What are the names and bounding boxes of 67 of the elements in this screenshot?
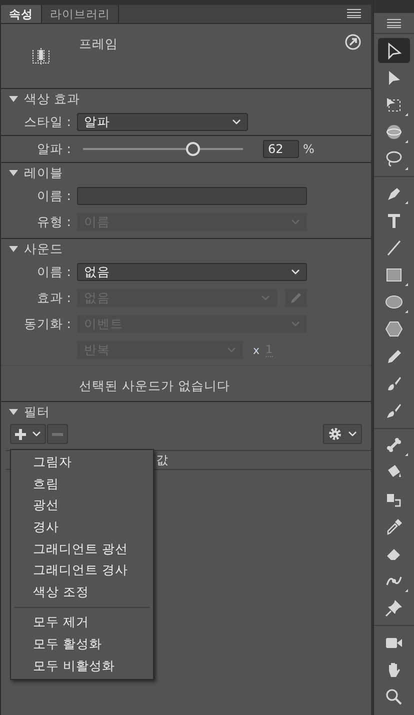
style-dropdown[interactable]: 알파 (77, 113, 248, 131)
zoom-icon (384, 686, 404, 707)
chevron-down-icon (348, 431, 358, 437)
column-header: 값 (156, 452, 168, 468)
menu-item[interactable]: 색상 조정 (11, 582, 153, 604)
alpha-input[interactable]: 62 (263, 140, 299, 158)
frame-label: 프레임 (79, 36, 118, 53)
times-label: x (253, 344, 260, 356)
sound-dropdown[interactable]: 없음 (77, 263, 307, 281)
section-title: 레이블 (24, 164, 63, 182)
menu-item[interactable]: 그래디언트 광선 (11, 538, 153, 560)
menu-icon[interactable] (387, 18, 402, 28)
panel-tab[interactable]: 라이브러리 (42, 5, 119, 23)
field-label: 이름 : (36, 264, 72, 280)
menu-item[interactable]: 모두 비활성화 (11, 655, 153, 677)
corner-triangle-icon (405, 282, 408, 286)
menu-icon[interactable] (347, 9, 362, 18)
arrow-circle-icon[interactable] (345, 34, 362, 50)
section-title: 사운드 (24, 240, 63, 258)
gear-icon (328, 427, 342, 441)
field-label: 동기화 : (22, 316, 72, 332)
field-label: 이름 : (36, 188, 72, 204)
chevron-down-icon (291, 321, 300, 327)
menu-item[interactable]: 모두 제거 (11, 612, 153, 634)
chevron-down-icon (261, 295, 270, 301)
chevron-down-icon (291, 219, 300, 225)
percent-unit: % (303, 142, 314, 156)
menu-item[interactable]: 흐림 (11, 474, 153, 496)
add-filter-button[interactable] (10, 424, 46, 444)
disclosure-triangle-icon[interactable] (9, 409, 18, 415)
disclosure-triangle-icon[interactable] (9, 170, 18, 176)
slider-thumb[interactable] (186, 142, 200, 156)
menu-item[interactable]: 그림자 (11, 452, 153, 474)
lasso-icon (384, 149, 404, 170)
corner-triangle-icon (405, 452, 408, 456)
hexagon-icon (384, 319, 404, 340)
field-label: 유형 : (36, 214, 72, 230)
section-title: 색상 효과 (24, 90, 80, 108)
chevron-down-icon (232, 119, 241, 125)
menu-item[interactable]: 경사 (11, 516, 153, 538)
frame-icon (32, 48, 50, 65)
no-sound-message: 선택된 사운드가 없습니다 (79, 378, 230, 393)
field-label: 효과 : (36, 290, 72, 306)
pencil-icon (290, 292, 302, 304)
panel-tab[interactable]: 속성 (1, 5, 42, 23)
menu-item[interactable]: 모두 활성화 (11, 634, 153, 656)
tool-button[interactable] (378, 38, 410, 64)
chevron-down-icon (227, 347, 236, 353)
corner-triangle-icon (405, 166, 408, 170)
corner-triangle-icon (405, 140, 408, 143)
chevron-down-icon (291, 269, 300, 275)
chevron-down-icon (32, 431, 41, 437)
field-label: 스타일 : (22, 114, 72, 130)
pin-icon (384, 598, 404, 618)
settings-button[interactable] (323, 424, 362, 444)
field-label: 알파 : (36, 140, 72, 158)
corner-triangle-icon (405, 112, 408, 116)
disclosure-triangle-icon[interactable] (9, 96, 18, 102)
menu-item[interactable]: 그래디언트 경사 (11, 560, 153, 582)
disclosure-triangle-icon[interactable] (9, 246, 18, 252)
corner-triangle-icon (405, 588, 408, 592)
section-title: 필터 (24, 404, 50, 420)
name-input-field[interactable] (77, 187, 307, 205)
menu-item[interactable]: 광선 (11, 495, 153, 517)
plus-icon (15, 428, 26, 440)
corner-triangle-icon (405, 201, 408, 204)
corner-triangle-icon (405, 310, 408, 313)
